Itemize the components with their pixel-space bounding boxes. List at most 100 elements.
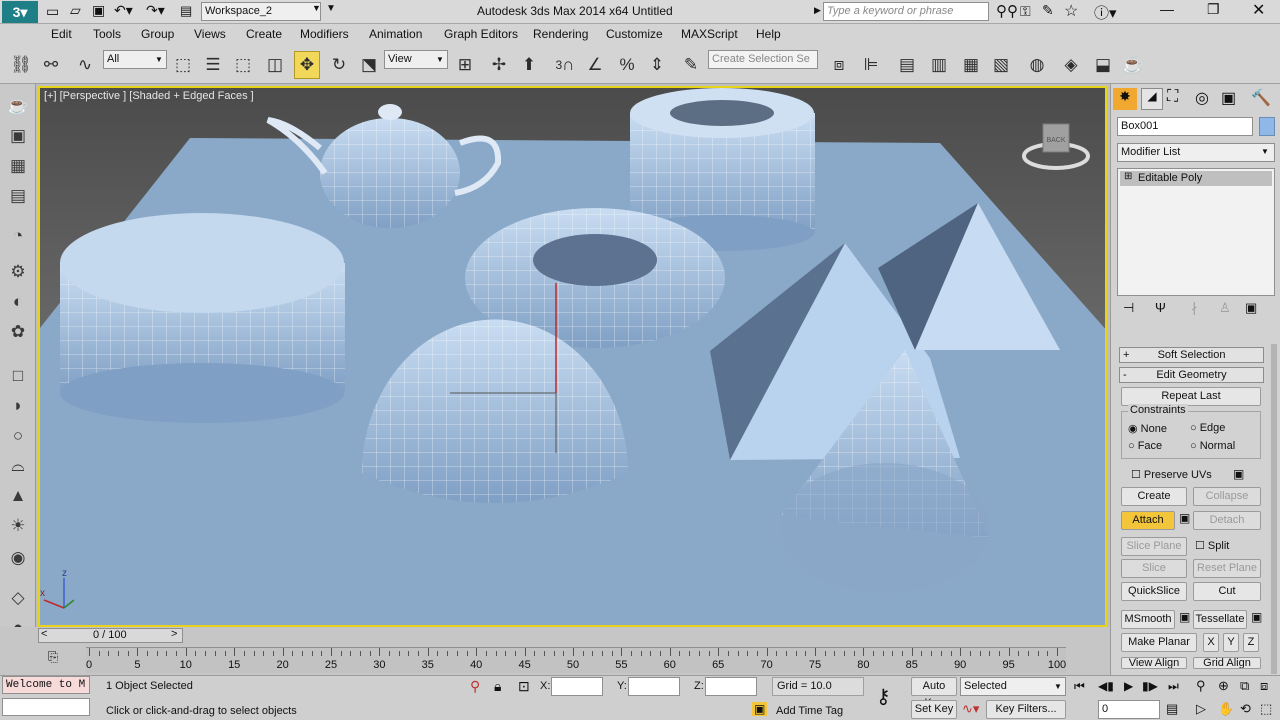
target-icon[interactable]: ◉ (4, 544, 32, 572)
grid-align-button[interactable]: Grid Align (1193, 657, 1261, 669)
maxscript-output[interactable] (2, 698, 90, 716)
open-file-icon[interactable]: ▱ (70, 2, 81, 19)
zoom-extents-all-icon[interactable]: ⧈ (1260, 678, 1268, 694)
teapot-icon[interactable]: ☕ (4, 92, 32, 120)
next-frame-icon[interactable]: ▮▶ (1142, 679, 1158, 693)
create-tab-icon[interactable]: ✸ (1113, 88, 1137, 110)
chevron-down-icon[interactable]: ▼ (436, 55, 444, 64)
view-align-button[interactable]: View Align (1121, 657, 1187, 669)
object-color-swatch[interactable] (1259, 117, 1275, 136)
go-to-start-icon[interactable]: ⏮ (1074, 679, 1085, 694)
make-planar-x-button[interactable]: X (1203, 633, 1219, 652)
angle-snap-icon[interactable]: ∠ (582, 51, 608, 79)
sun-light-icon[interactable]: ☀ (4, 512, 32, 540)
key-mode-dropdown[interactable]: Selected (960, 677, 1066, 696)
unlink-icon[interactable]: ⚯ (38, 51, 64, 79)
attach-list-icon[interactable]: ▣ (1179, 511, 1190, 525)
render-setup-icon[interactable]: ⬓ (1090, 51, 1116, 79)
material-editor-icon[interactable]: ▣ (4, 122, 32, 150)
radio-face[interactable]: ○ Face (1128, 440, 1162, 452)
layer-manager-icon[interactable]: ▥ (926, 51, 952, 79)
percent-snap-icon[interactable]: % (614, 51, 640, 79)
character-icon[interactable]: ⚙ (4, 258, 32, 286)
named-selection-sets-dropdown[interactable]: Create Selection Se (708, 50, 818, 69)
add-time-tag[interactable]: Add Time Tag (776, 705, 843, 717)
radio-edge[interactable]: ○ Edge (1190, 422, 1225, 434)
key-filters-button[interactable]: Key Filters... (986, 700, 1066, 719)
msmooth-button[interactable]: MSmooth (1121, 610, 1175, 629)
orbit-icon[interactable]: ⟲ (1240, 701, 1251, 717)
menu-tools[interactable]: Tools (93, 27, 121, 41)
modifier-list-dropdown[interactable]: Modifier List (1117, 143, 1275, 162)
create-button[interactable]: Create (1121, 487, 1187, 506)
box-primitive-icon[interactable]: □ (4, 362, 32, 390)
menu-edit[interactable]: Edit (51, 27, 72, 41)
window-crossing-icon[interactable]: ◫ (262, 51, 288, 79)
radio-none[interactable]: ◉ None (1128, 422, 1167, 435)
split-checkbox[interactable]: ☐ Split (1195, 539, 1229, 552)
modify-tab-icon[interactable]: ◢ (1141, 88, 1163, 110)
selection-lock-icon[interactable]: 🔒︎ (494, 678, 501, 695)
make-planar-button[interactable]: Make Planar (1121, 633, 1197, 652)
menu-help[interactable]: Help (756, 27, 781, 41)
menu-group[interactable]: Group (141, 27, 174, 41)
spinner-snap-icon[interactable]: ⇕ (644, 51, 670, 79)
sphere-primitive-icon[interactable]: ◗ (4, 392, 32, 420)
slice-plane-button[interactable]: Slice Plane (1121, 537, 1187, 556)
field-of-view-icon[interactable]: ▷ (1196, 701, 1206, 717)
default-tangent-icon[interactable]: ∿▾ (962, 701, 979, 717)
select-by-name-icon[interactable]: ☰ (200, 51, 226, 79)
slice-button[interactable]: Slice (1121, 559, 1187, 578)
curve-editor-icon[interactable]: ▧ (988, 51, 1014, 79)
perspective-viewport[interactable]: BACK z x [+] [Perspective ] [Shaded + Ed… (38, 86, 1107, 627)
detach-button[interactable]: Detach (1193, 511, 1261, 530)
customize-toolbar-icon[interactable]: ▼ (326, 3, 336, 14)
graphite-ribbon-icon[interactable]: ▦ (958, 51, 984, 79)
utilities-tab-icon[interactable]: 🔨 (1251, 88, 1271, 108)
grid-object-icon[interactable]: ◇ (4, 584, 32, 612)
edit-named-selection-icon[interactable]: ✎ (678, 51, 704, 79)
pivot-center-icon[interactable]: ⊞ (452, 51, 478, 79)
workspace-dropdown[interactable]: Workspace_2 (201, 2, 321, 21)
viewcube[interactable]: BACK (1022, 123, 1090, 170)
render-icon[interactable]: ✿ (4, 318, 32, 346)
current-frame-field[interactable]: 0 (1098, 700, 1160, 719)
menu-create[interactable]: Create (246, 27, 282, 41)
close-window-icon[interactable]: ✕ (1252, 0, 1265, 20)
light-icon[interactable]: ◔ (4, 222, 32, 250)
help-icon[interactable]: ⓘ▾ (1094, 2, 1117, 23)
soft-selection-rollout[interactable]: + Soft Selection (1119, 347, 1264, 363)
menu-animation[interactable]: Animation (369, 27, 422, 41)
select-object-icon[interactable]: ⬚ (170, 51, 196, 79)
cut-button[interactable]: Cut (1193, 582, 1261, 601)
remove-modifier-icon[interactable]: ♙ (1219, 300, 1231, 316)
pan-view-icon[interactable]: ✋ (1218, 701, 1234, 717)
cone-primitive-icon[interactable]: ▲ (4, 482, 32, 510)
select-and-rotate-icon[interactable]: ↻ (326, 51, 352, 79)
select-manipulate-icon[interactable]: ✢ (486, 51, 512, 79)
absolute-mode-icon[interactable]: ⊡ (518, 678, 530, 695)
bind-space-warp-icon[interactable]: ∿ (72, 51, 98, 79)
y-coordinate-field[interactable] (628, 677, 680, 696)
zoom-icon[interactable]: ⚲ (1196, 678, 1206, 694)
geosphere-primitive-icon[interactable]: ○ (4, 422, 32, 450)
mirror-icon[interactable]: ⧈ (826, 51, 852, 79)
edit-geometry-rollout[interactable]: - Edit Geometry (1119, 367, 1264, 383)
configure-modifier-sets-icon[interactable]: ▣ (1245, 300, 1257, 316)
menu-customize[interactable]: Customize (606, 27, 663, 41)
chevron-down-icon[interactable]: ▼ (155, 55, 163, 64)
time-tag-icon[interactable]: ▣ (752, 702, 768, 716)
modifier-stack[interactable]: Editable Poly ⊞ (1117, 168, 1275, 296)
search-expand-icon[interactable]: ▶ (814, 5, 821, 16)
project-folder-icon[interactable]: ▤ (180, 3, 192, 19)
x-coordinate-field[interactable] (551, 677, 603, 696)
expand-icon[interactable]: ⊞ (1124, 171, 1132, 182)
isolate-selection-icon[interactable]: ⚲ (470, 678, 480, 695)
menu-modifiers[interactable]: Modifiers (300, 27, 349, 41)
preserve-uvs-settings-icon[interactable]: ▣ (1233, 467, 1244, 481)
panel-icon[interactable]: ▤ (4, 182, 32, 210)
radio-normal[interactable]: ○ Normal (1190, 440, 1235, 452)
hierarchy-tab-icon[interactable]: ⛶ (1167, 88, 1178, 106)
preserve-uvs-checkbox[interactable]: ☐ Preserve UVs (1131, 468, 1212, 481)
favorites-star-icon[interactable]: ☆ (1064, 1, 1078, 21)
